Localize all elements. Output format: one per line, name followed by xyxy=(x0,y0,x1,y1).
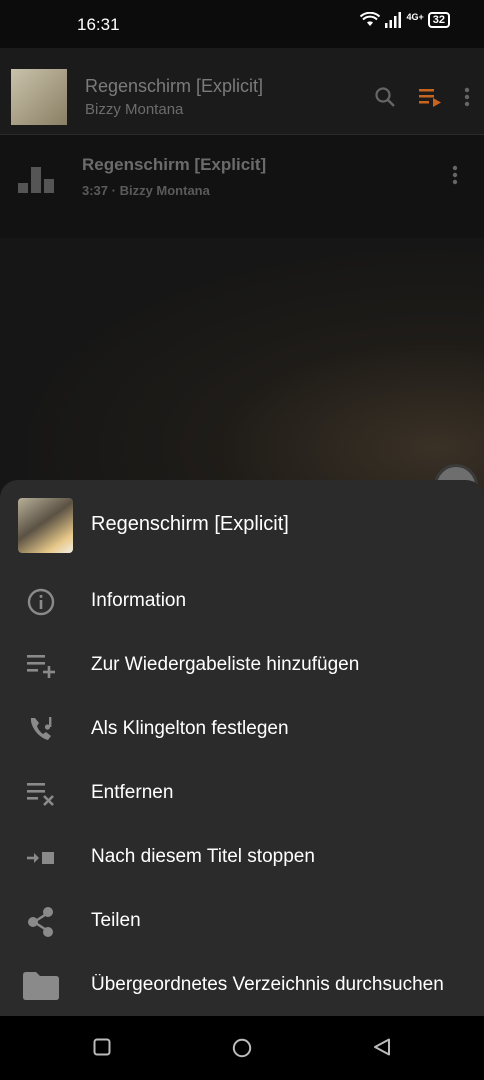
network-type-label: 4G+ xyxy=(406,12,424,22)
recents-icon[interactable] xyxy=(93,1038,111,1056)
menu-item-label: Information xyxy=(91,590,187,611)
menu-item-stop-after[interactable]: Nach diesem Titel stoppen xyxy=(0,826,484,889)
menu-item-information[interactable]: Information xyxy=(0,570,484,633)
menu-item-label: Als Klingelton festlegen xyxy=(91,718,289,739)
track-more-icon[interactable] xyxy=(452,165,458,185)
folder-icon xyxy=(22,969,60,1003)
sheet-header: Regenschirm [Explicit] xyxy=(0,480,484,570)
ringtone-icon xyxy=(22,713,60,747)
menu-item-browse-parent-folder[interactable]: Übergeordnetes Verzeichnis durchsuchen xyxy=(0,954,484,1017)
battery-indicator: 32 xyxy=(427,12,450,28)
queue-music-icon[interactable] xyxy=(418,87,442,107)
now-playing-bar[interactable]: Regenschirm [Explicit] Bizzy Montana xyxy=(0,48,484,135)
toolbar-icons xyxy=(374,86,470,108)
queue-track-subtitle: 3:37 · Bizzy Montana xyxy=(82,183,210,198)
back-icon[interactable] xyxy=(373,1038,391,1056)
share-icon xyxy=(22,905,60,939)
playlist-add-icon xyxy=(22,649,60,683)
menu-item-label: Übergeordnetes Verzeichnis durchsuchen xyxy=(91,974,444,995)
equalizer-icon xyxy=(18,167,54,193)
signal-icon xyxy=(385,12,402,28)
menu-item-share[interactable]: Teilen xyxy=(0,890,484,953)
status-bar: 16:31 4G+ 32 xyxy=(0,0,484,48)
options-bottom-sheet: Regenschirm [Explicit] Information Zur W… xyxy=(0,480,484,1016)
wifi-icon xyxy=(360,12,381,26)
search-icon[interactable] xyxy=(374,86,396,108)
menu-item-set-ringtone[interactable]: Als Klingelton festlegen xyxy=(0,698,484,761)
queue-track-title: Regenschirm [Explicit] xyxy=(82,155,267,174)
status-time: 16:31 xyxy=(77,15,120,34)
menu-item-remove[interactable]: Entfernen xyxy=(0,762,484,825)
playlist-remove-icon xyxy=(22,777,60,811)
menu-item-label: Entfernen xyxy=(91,782,174,803)
status-icons: 4G+ 32 xyxy=(360,12,450,28)
queue-row[interactable]: Regenschirm [Explicit] 3:37 · Bizzy Mont… xyxy=(0,135,484,225)
sheet-album-art xyxy=(18,498,73,553)
menu-item-label: Zur Wiedergabeliste hinzufügen xyxy=(91,654,360,675)
menu-item-label: Nach diesem Titel stoppen xyxy=(91,846,315,867)
more-vert-icon[interactable] xyxy=(464,87,470,107)
now-playing-title: Regenschirm [Explicit] xyxy=(85,76,264,96)
stop-after-icon xyxy=(22,841,60,875)
menu-item-label: Teilen xyxy=(91,910,141,931)
home-icon[interactable] xyxy=(232,1038,252,1058)
info-icon xyxy=(22,585,60,619)
album-art-thumbnail[interactable] xyxy=(11,69,67,125)
now-playing-artist: Bizzy Montana xyxy=(85,101,184,118)
menu-item-add-to-playlist[interactable]: Zur Wiedergabeliste hinzufügen xyxy=(0,634,484,697)
sheet-title: Regenschirm [Explicit] xyxy=(91,513,289,535)
system-nav-bar xyxy=(0,1016,484,1080)
